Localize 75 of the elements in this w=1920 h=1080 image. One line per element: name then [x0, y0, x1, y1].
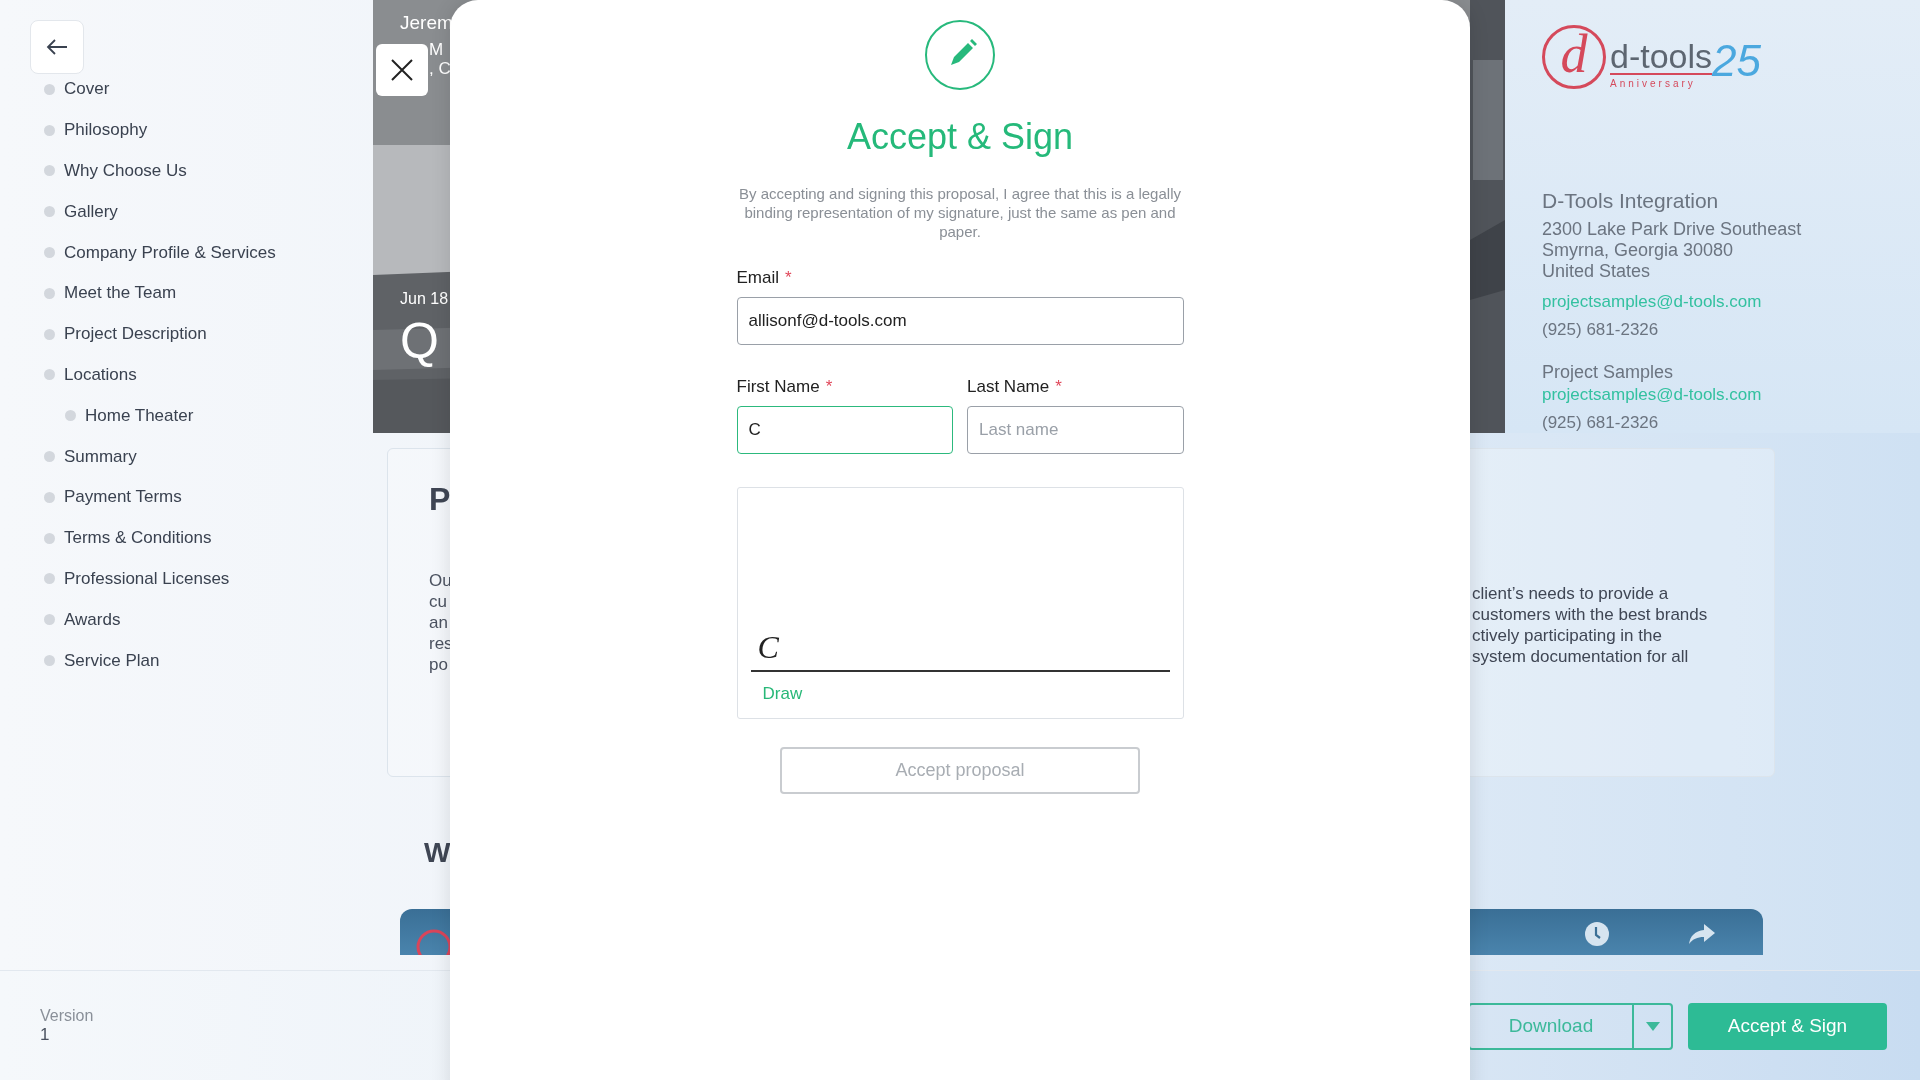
- version-label: Version: [40, 1007, 94, 1025]
- sidebar-item[interactable]: Service Plan: [64, 650, 160, 671]
- input-field[interactable]: allisonf@d-tools.com: [736, 297, 1184, 345]
- signature-text: C: [757, 629, 779, 666]
- version-number: 1: [40, 1025, 51, 1045]
- date-text: Jun 18: [400, 290, 449, 308]
- pencil-icon: [924, 19, 996, 91]
- signature-pad[interactable]: C Draw: [736, 487, 1184, 719]
- phone-text: (925) 681-2326: [1542, 413, 1660, 433]
- phone-text: (925) 681-2326: [1542, 320, 1660, 340]
- required-mark: *: [825, 377, 833, 397]
- text-line: cu: [429, 591, 447, 612]
- bullet-dot: [44, 124, 55, 136]
- sidebar-item[interactable]: Philosophy: [64, 120, 148, 141]
- bullet-dot: [44, 369, 55, 381]
- address-line: 2300 Lake Park Drive Southeast: [1542, 219, 1803, 240]
- back-button[interactable]: [30, 20, 84, 74]
- share-icon: [1688, 923, 1716, 945]
- address-line: M: [429, 40, 444, 59]
- text-line: customers with the best brands: [1472, 604, 1708, 625]
- input-field[interactable]: C: [736, 406, 953, 454]
- company-name: D-Tools Integration: [1542, 189, 1720, 213]
- text-line: client’s needs to provide a: [1472, 583, 1669, 604]
- input-field[interactable]: Last name: [967, 406, 1184, 454]
- sidebar-item[interactable]: Gallery: [64, 201, 118, 222]
- bullet-dot: [44, 573, 55, 585]
- address-line: United States: [1542, 261, 1652, 282]
- field-label: First Name: [736, 377, 820, 397]
- sidebar-item[interactable]: Meet the Team: [64, 283, 177, 304]
- text-line: system documentation for all: [1472, 646, 1689, 667]
- bullet-dot: [44, 247, 55, 259]
- bullet-dot: [44, 206, 55, 218]
- dialog-title: Accept & Sign: [846, 116, 1074, 158]
- close-button[interactable]: [376, 44, 428, 96]
- address-line: , C: [429, 59, 451, 78]
- contact-name: Project Samples: [1542, 362, 1675, 383]
- required-mark: *: [1055, 377, 1062, 397]
- dialog-description: By accepting and signing this proposal, I agree that this is a legally binding representation of my signature, just the same as pen and paper.: [738, 184, 1182, 241]
- bullet-dot: [44, 165, 55, 177]
- back-arrow-icon: [46, 38, 68, 56]
- close-icon: [391, 59, 413, 81]
- bullet-dot: [44, 83, 55, 95]
- sidebar-item[interactable]: Company Profile & Services: [64, 242, 276, 263]
- bullet-dot: [44, 614, 55, 626]
- text-line: po: [429, 654, 448, 675]
- sidebar-item[interactable]: Awards: [64, 609, 121, 630]
- section-heading: W: [424, 837, 451, 869]
- sidebar-item[interactable]: Professional Licenses: [64, 568, 230, 589]
- sidebar-item[interactable]: Why Choose Us: [64, 161, 187, 181]
- bullet-dot: [44, 287, 55, 299]
- text-line: ctively participating in the: [1472, 625, 1662, 646]
- field-label: Last Name: [967, 377, 1050, 397]
- sidebar-item[interactable]: Terms & Conditions: [64, 528, 212, 549]
- bullet-dot: [65, 410, 76, 422]
- cover-mark: Q: [400, 316, 439, 366]
- field-label: Email: [736, 268, 779, 288]
- bullet-dot: [44, 491, 55, 503]
- address-line: Smyrna, Georgia 30080: [1542, 240, 1735, 261]
- clock-icon: [1584, 921, 1610, 947]
- company-logo: d d-tools Anniversary 25: [1542, 25, 1761, 89]
- required-mark: *: [785, 268, 792, 288]
- text-line: an: [429, 612, 448, 633]
- bullet-dot: [44, 328, 55, 340]
- sidebar-item[interactable]: Payment Terms: [64, 487, 182, 508]
- bullet-dot: [44, 532, 55, 544]
- sidebar-item[interactable]: Locations: [64, 364, 137, 385]
- bullet-dot: [44, 451, 55, 463]
- bullet-dot: [44, 655, 55, 667]
- sidebar-item[interactable]: Cover: [64, 79, 110, 100]
- caret-icon: [1645, 1021, 1660, 1031]
- section-heading: P: [429, 481, 451, 518]
- client-name: Jerem: [400, 12, 453, 34]
- sidebar-item[interactable]: Home Theater: [85, 405, 194, 426]
- sidebar-item[interactable]: Summary: [64, 446, 137, 467]
- sidebar-item[interactable]: Project Description: [64, 324, 207, 345]
